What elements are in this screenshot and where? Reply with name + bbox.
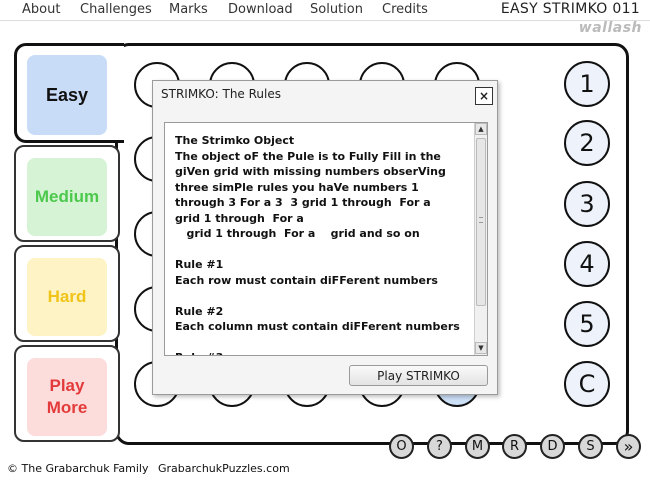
marks-button[interactable]: M xyxy=(465,434,490,459)
menu-solution[interactable]: Solution xyxy=(310,2,363,17)
menu-about[interactable]: About xyxy=(22,2,60,17)
dialog-title: STRIMKO: The Rules xyxy=(161,87,281,101)
tab-play-more-label: Play More xyxy=(27,358,107,436)
menu-download[interactable]: Download xyxy=(228,2,293,17)
download-button[interactable]: D xyxy=(540,434,565,459)
tab-play-more[interactable]: Play More xyxy=(14,345,120,442)
tab-medium[interactable]: Medium xyxy=(14,145,120,242)
palette-button-4[interactable]: 4 xyxy=(564,241,610,287)
options-button[interactable]: O xyxy=(389,434,414,459)
palette-button-clear[interactable]: C xyxy=(564,361,610,407)
grip-icon xyxy=(479,217,483,223)
copyright-text: © The Grabarchuk Family xyxy=(7,462,149,475)
scroll-thumb[interactable] xyxy=(476,138,486,306)
help-button[interactable]: ? xyxy=(427,434,452,459)
rules-text-area[interactable]: The Strimko Object The object oF the Pul… xyxy=(164,122,488,356)
play-strimko-button[interactable]: Play STRIMKO xyxy=(349,365,488,386)
rules-scrollbar[interactable]: ▲ ▼ xyxy=(474,123,487,355)
menu-credits[interactable]: Credits xyxy=(382,2,428,17)
next-icon[interactable]: » xyxy=(616,434,641,459)
scroll-up-icon[interactable]: ▲ xyxy=(475,123,487,135)
tab-easy-label: Easy xyxy=(27,55,107,135)
close-icon[interactable]: × xyxy=(475,87,493,105)
tab-easy[interactable]: Easy xyxy=(14,43,124,143)
tab-hard-label: Hard xyxy=(27,258,107,336)
brand-logo: wallash xyxy=(578,20,642,36)
rules-dialog: STRIMKO: The Rules × The Strimko Object … xyxy=(152,80,498,395)
tab-medium-label: Medium xyxy=(27,158,107,236)
menu-challenges[interactable]: Challenges xyxy=(80,2,152,17)
palette-button-1[interactable]: 1 xyxy=(564,61,610,107)
menu-bar: About Challenges Marks Download Solution… xyxy=(0,0,650,21)
palette-button-5[interactable]: 5 xyxy=(564,301,610,347)
tab-hard[interactable]: Hard xyxy=(14,245,120,342)
site-link[interactable]: GrabarchukPuzzles.com xyxy=(158,462,290,475)
rules-text: The Strimko Object The object oF the Pul… xyxy=(175,134,460,355)
palette-button-3[interactable]: 3 xyxy=(564,181,610,227)
restart-button[interactable]: R xyxy=(502,434,527,459)
menu-marks[interactable]: Marks xyxy=(169,2,208,17)
scroll-down-icon[interactable]: ▼ xyxy=(475,342,487,354)
palette-button-2[interactable]: 2 xyxy=(564,120,610,166)
footer: © The Grabarchuk Family GrabarchukPuzzle… xyxy=(7,462,290,475)
solution-button[interactable]: S xyxy=(578,434,603,459)
game-title: EASY STRIMKO 011 xyxy=(500,1,640,17)
